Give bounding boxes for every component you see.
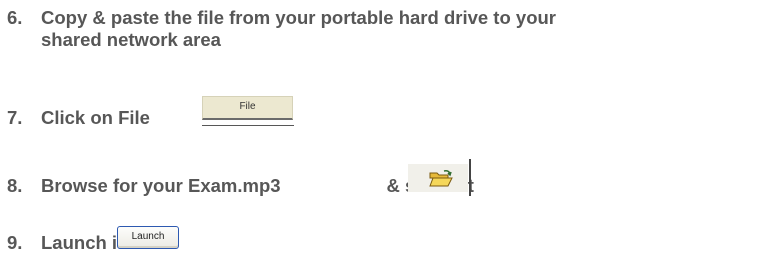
- step-8-text-before: Browse for your Exam.mp3: [41, 175, 281, 196]
- step-6-text-line1: Copy & paste the file from your portable…: [41, 7, 556, 28]
- file-underline: [202, 125, 294, 126]
- open-folder-icon: [429, 170, 453, 187]
- step-8: 8.Browse for your Exam.mp3& select it: [7, 175, 474, 197]
- toolbar-separator: [469, 159, 471, 196]
- open-file-button[interactable]: [408, 164, 468, 192]
- step-6: 6. Copy & paste the file from your portab…: [7, 7, 556, 51]
- step-8-number: 8.: [7, 175, 23, 196]
- step-9-number: 9.: [7, 232, 23, 253]
- step-6-number: 6.: [7, 7, 23, 28]
- launch-button[interactable]: Launch: [117, 226, 179, 249]
- step-9: 9. Launch it: [7, 232, 123, 254]
- step-7: 7. Click on File: [7, 107, 150, 129]
- file-menu-button[interactable]: File: [202, 96, 293, 120]
- step-7-number: 7.: [7, 107, 23, 128]
- step-9-text: Launch it: [41, 232, 124, 253]
- step-7-text: Click on File: [41, 107, 150, 128]
- step-6-text-line2: shared network area: [41, 29, 221, 50]
